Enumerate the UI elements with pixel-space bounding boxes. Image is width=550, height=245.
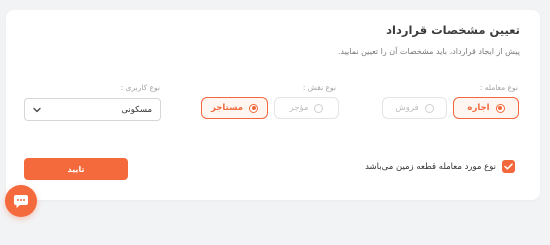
page-title: تعیین مشخصات قرارداد <box>386 23 520 37</box>
radio-selected-icon <box>249 103 258 113</box>
role-option-tenant[interactable]: مستاجر <box>201 97 268 119</box>
usage-type-select[interactable]: مسکونی <box>24 98 161 121</box>
land-checkbox-row: نوع مورد معامله قطعه زمین می‌باشد <box>365 160 515 173</box>
chevron-down-icon <box>33 107 41 112</box>
land-checkbox-label: نوع مورد معامله قطعه زمین می‌باشد <box>365 161 496 172</box>
check-icon <box>504 163 513 170</box>
confirm-button[interactable]: تایید <box>24 158 128 180</box>
chat-icon <box>14 194 28 208</box>
transaction-option-rent[interactable]: اجاره <box>453 97 519 119</box>
role-option-tenant-label: مستاجر <box>211 103 243 113</box>
radio-unselected-icon <box>424 103 434 113</box>
radio-selected-icon <box>495 103 505 113</box>
chat-button[interactable] <box>5 185 37 217</box>
transaction-type-label: نوع معامله : <box>479 83 518 92</box>
page-subtitle: پیش از ایجاد قرارداد، باید مشخصات آن را … <box>337 47 520 56</box>
role-option-lessor-label: مؤجر <box>289 103 309 113</box>
usage-type-value: مسکونی <box>121 104 152 115</box>
role-type-label: نوع نقش : <box>302 83 336 92</box>
role-option-lessor[interactable]: مؤجر <box>274 97 339 119</box>
transaction-option-sale-label: فروش <box>395 103 419 113</box>
transaction-option-sale[interactable]: فروش <box>382 97 447 119</box>
transaction-option-rent-label: اجاره <box>467 103 490 113</box>
contract-spec-card: تعیین مشخصات قرارداد پیش از ایجاد قراردا… <box>6 10 540 200</box>
land-checkbox[interactable] <box>502 160 515 173</box>
radio-unselected-icon <box>314 103 324 113</box>
usage-type-label: نوع کاربری : <box>120 83 160 92</box>
